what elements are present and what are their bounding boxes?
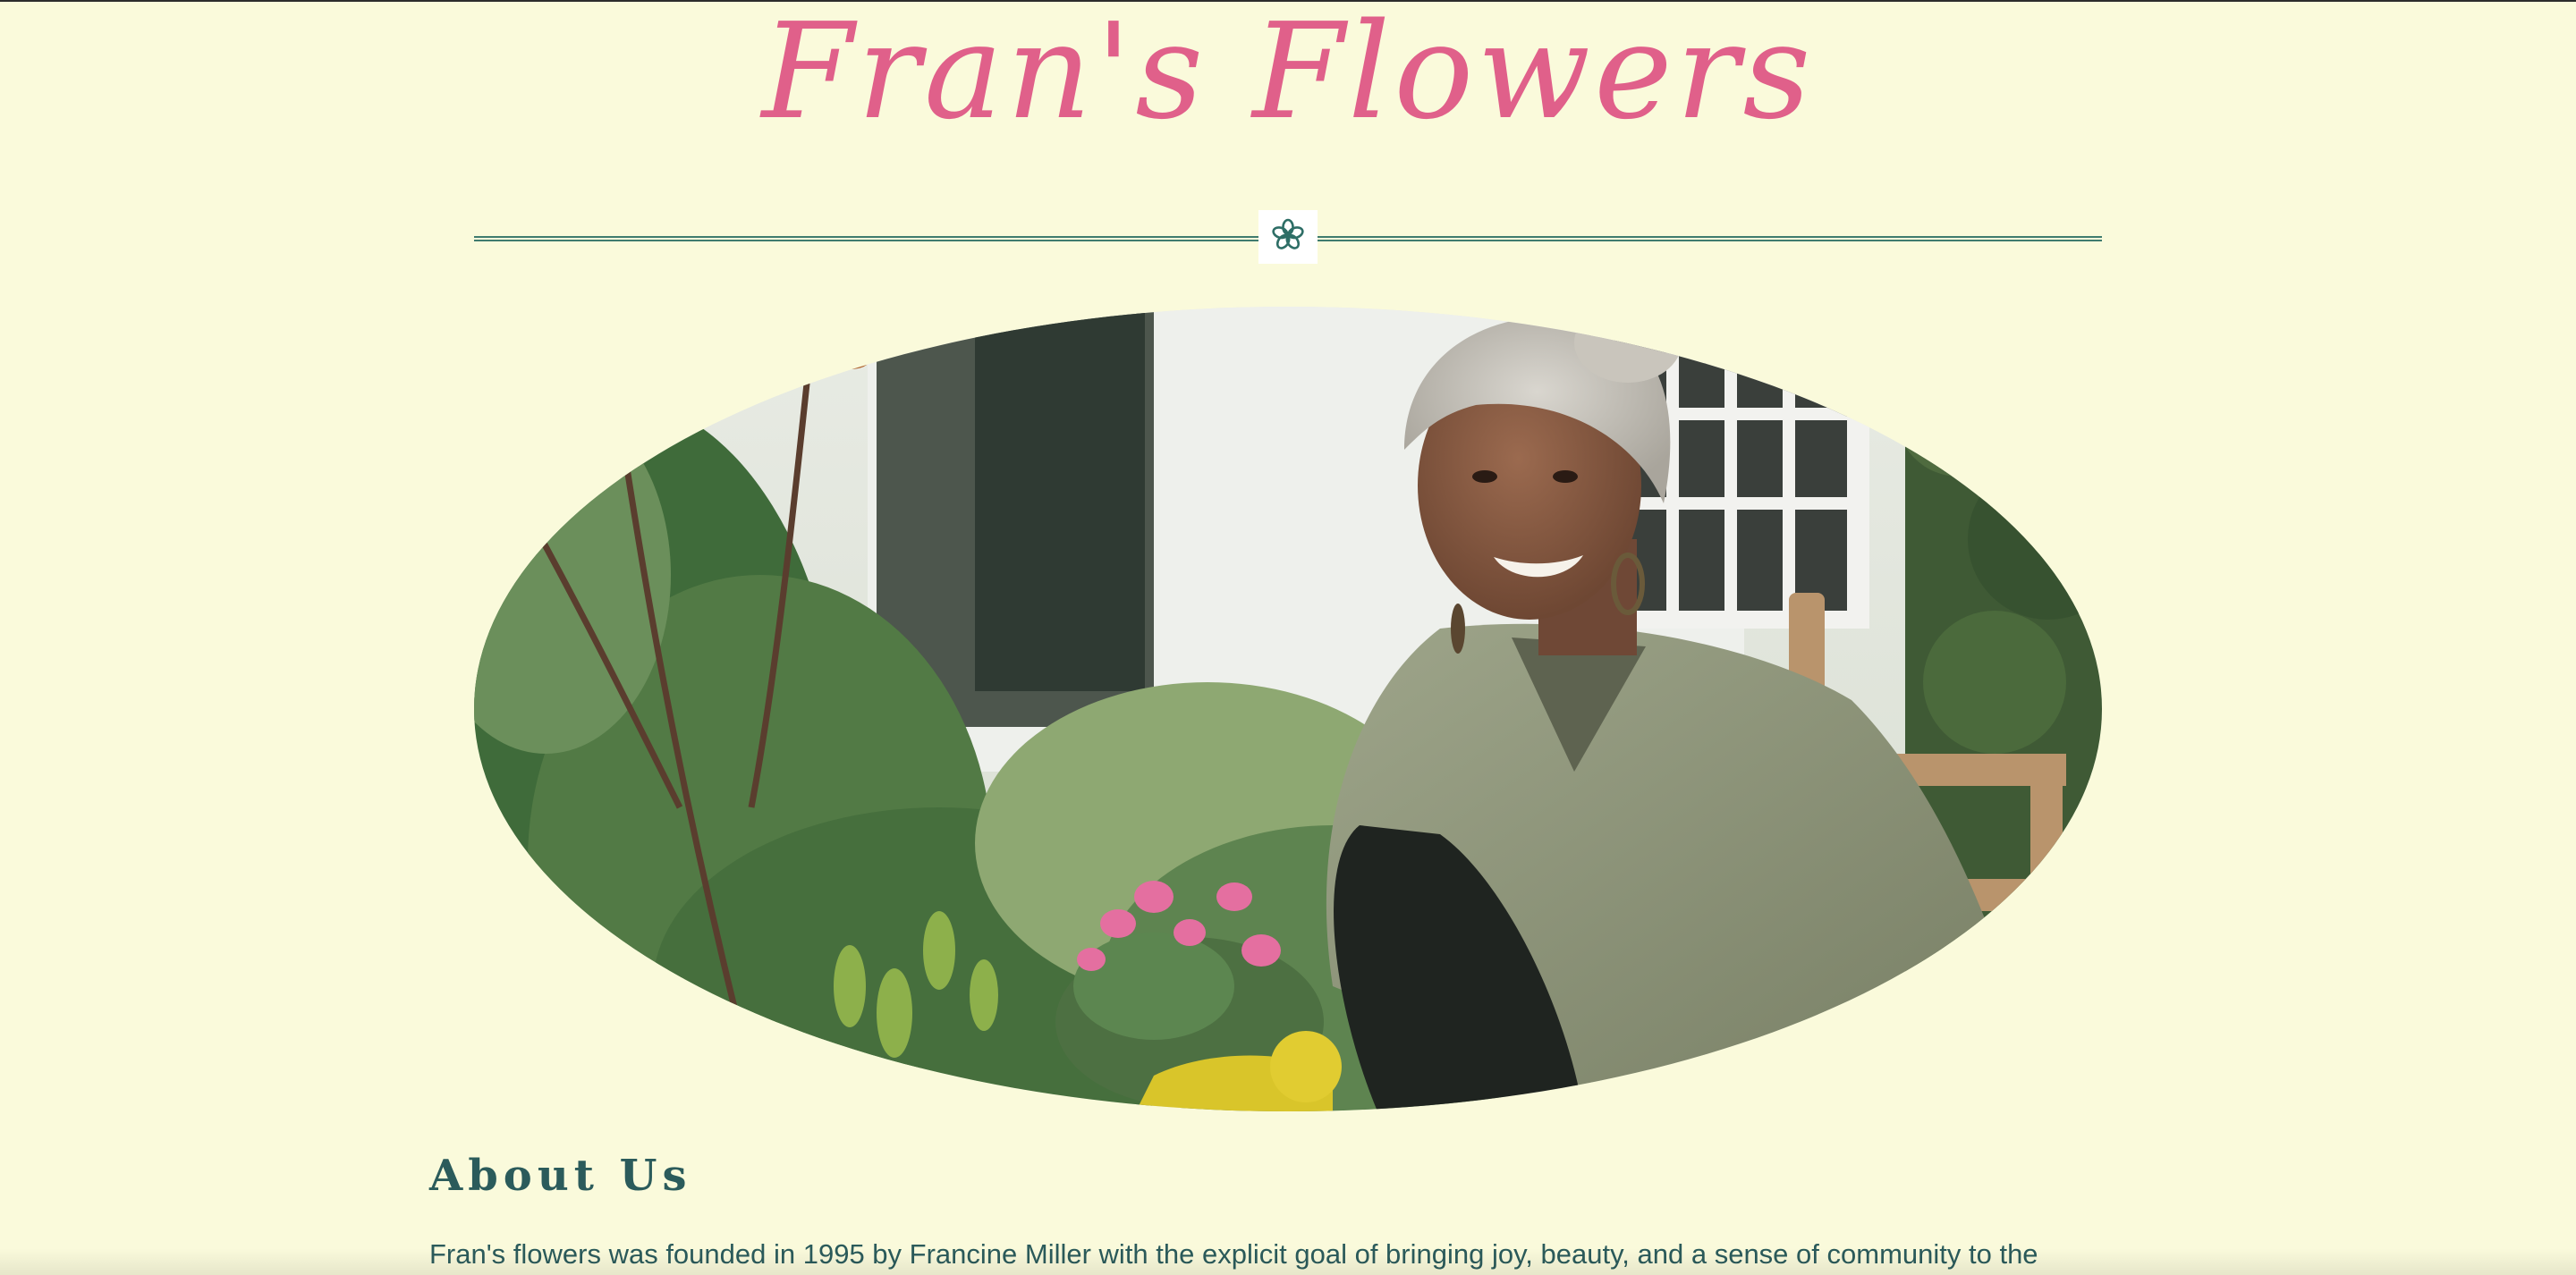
about-text: Fran's flowers was founded in 1995 by Fr… xyxy=(429,1238,2038,1270)
site-title: Fran's Flowers xyxy=(761,0,1815,148)
divider-badge xyxy=(1258,210,1318,264)
divider-line-left xyxy=(474,236,1258,241)
flower-icon xyxy=(1270,217,1306,258)
about-heading: About Us xyxy=(429,1151,692,1201)
hero-image xyxy=(474,307,2102,1111)
divider-line-right xyxy=(1318,236,2102,241)
title-divider xyxy=(474,210,2102,264)
